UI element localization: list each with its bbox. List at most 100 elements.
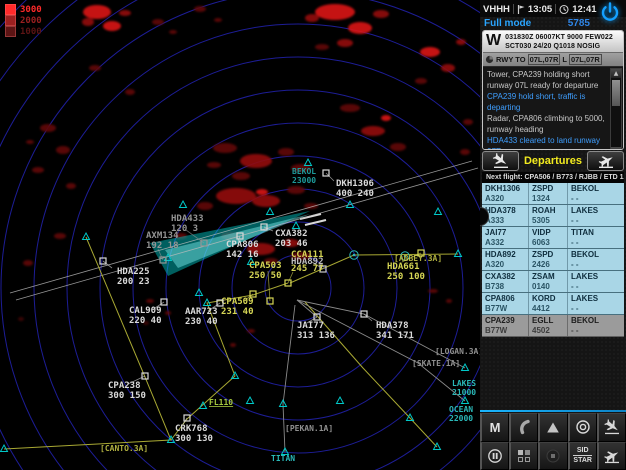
strip-cell: ZSAM0140: [529, 271, 568, 292]
flight-strip[interactable]: HDA892A320ZSPD2426BEKOL- -: [482, 249, 624, 271]
star-label: STAR: [573, 455, 592, 465]
svg-text:BEKOL: BEKOL: [292, 167, 316, 176]
triangle-icon: [545, 420, 561, 435]
landing-runways: 07L,07R: [569, 54, 602, 65]
flight-strip-list: DKH1306A320ZSPD1324BEKOL- -HDA378A333ROA…: [482, 183, 624, 337]
svg-text:HDA225: HDA225: [117, 267, 150, 277]
legend-swatch: [5, 26, 16, 37]
strip-cell: JAI77A332: [482, 227, 529, 248]
strip-cell: BEKOL- -: [568, 249, 624, 270]
panel-divider-line: [480, 410, 626, 412]
svg-text:300 130: 300 130: [175, 434, 213, 444]
runway-prefix: RWY TO: [496, 55, 526, 64]
weather-box: W 031830Z 06007KT 9000 FEW022 SCT030 24/…: [483, 31, 623, 52]
legend-label: 2000: [20, 16, 42, 26]
runway-config-bar[interactable]: RWY TO 07L,07R L 07L,07R: [483, 52, 623, 67]
strip-cell: KORD4412: [529, 293, 568, 314]
radar-scope[interactable]: BEKOL23000LAKES21000OCEAN22000TITAN[ABBE…: [0, 0, 480, 470]
svg-text:250 100: 250 100: [387, 272, 425, 282]
mode-label: Full mode: [484, 18, 531, 29]
curved-arrow-icon: [516, 419, 532, 435]
flight-strip[interactable]: CXA382B738ZSAM0140LAKES- -: [482, 271, 624, 293]
flight-strip[interactable]: DKH1306A320ZSPD1324BEKOL- -: [482, 183, 624, 205]
strip-cell: CPA239B77W: [482, 315, 529, 336]
aircraft-hda225[interactable]: HDA225200 23: [100, 258, 150, 287]
strip-tabs: Departures: [482, 150, 624, 171]
departures-tab-button[interactable]: [587, 151, 624, 171]
svg-text:400 240: 400 240: [336, 189, 374, 199]
aircraft-jai77[interactable]: JAI77313 136: [297, 314, 335, 341]
svg-text:CXA382: CXA382: [275, 229, 308, 239]
svg-text:23000: 23000: [292, 176, 316, 185]
svg-text:CAL909: CAL909: [129, 306, 162, 316]
radio-message: Radar, CPA806 climbing to 5000, runway h…: [487, 114, 609, 135]
legend-item: 3000: [5, 4, 42, 15]
svg-text:[PEKAN.1A]: [PEKAN.1A]: [285, 424, 333, 433]
tab-departures-label: Departures: [521, 155, 585, 167]
grid-icon: [516, 448, 532, 464]
svg-text:[SKATE.1A]: [SKATE.1A]: [412, 359, 460, 368]
strip-cell: LAKES- -: [568, 293, 624, 314]
flight-strip[interactable]: HDA378A333ROAH5305LAKES- -: [482, 205, 624, 227]
fix-toggle-button[interactable]: [538, 413, 567, 442]
svg-text:AAR723: AAR723: [185, 307, 218, 317]
flight-strip[interactable]: CPA806B77WKORD4412LAKES- -: [482, 293, 624, 315]
score-value: 5785: [568, 18, 590, 29]
svg-text:231 40: 231 40: [221, 307, 254, 317]
arrivals-tab-button[interactable]: [482, 151, 519, 171]
strip-cell: EGLL4502: [529, 315, 568, 336]
message-scrollbar[interactable]: ▲ ▼: [610, 68, 622, 150]
aircraft-cca111[interactable]: CCA111HDA892245 77: [285, 250, 324, 286]
legend-swatch: [5, 4, 16, 15]
rings-toggle-button[interactable]: [568, 413, 597, 442]
svg-text:[LOGAN.3A]: [LOGAN.3A]: [435, 347, 480, 356]
svg-text:300 150: 300 150: [108, 391, 146, 401]
vector-button[interactable]: [509, 413, 538, 442]
aircraft-crk768[interactable]: CRK768300 130: [175, 415, 213, 444]
svg-text:313 136: 313 136: [297, 331, 335, 341]
sid-label: SID: [577, 447, 589, 455]
record-icon: [545, 448, 561, 464]
svg-text:220 40: 220 40: [129, 316, 162, 326]
strip-cell: BEKOL- -: [568, 183, 624, 204]
svg-text:21000: 21000: [452, 388, 476, 397]
aircraft-cpa238[interactable]: CPA238300 150: [108, 373, 148, 401]
strip-layout-button[interactable]: [509, 442, 538, 470]
aircraft-cal909[interactable]: CAL909220 40: [129, 299, 167, 326]
scrollbar-thumb[interactable]: [612, 80, 620, 106]
svg-text:LAKES: LAKES: [452, 379, 476, 388]
sid-star-label: SID STAR: [573, 447, 592, 465]
svg-text:CPA238: CPA238: [108, 381, 141, 391]
svg-text:CPA509: CPA509: [221, 297, 254, 307]
arrivals-chart-button[interactable]: [597, 413, 626, 442]
strip-cell: CPA806B77W: [482, 293, 529, 314]
svg-text:[CANTO.3A]: [CANTO.3A]: [100, 444, 148, 453]
message-log: Tower, CPA239 holding short runway 07L r…: [483, 67, 623, 150]
svg-text:120 3: 120 3: [171, 224, 198, 234]
aircraft-hda378[interactable]: HDA378341 171: [361, 311, 414, 341]
metar-text: 031830Z 06007KT 9000 FEW022 SCT030 24/20…: [505, 33, 620, 51]
sid-star-button[interactable]: SID STAR: [568, 442, 597, 470]
map-button[interactable]: M: [480, 413, 509, 442]
strip-cell: LAKES- -: [568, 271, 624, 292]
strip-cell: ZSPD2426: [529, 249, 568, 270]
scroll-up-icon[interactable]: ▲: [611, 69, 621, 78]
pause-icon: [487, 448, 503, 464]
flight-strip[interactable]: JAI77A332VIDP6063TITAN- -: [482, 227, 624, 249]
departures-chart-button[interactable]: [597, 442, 626, 470]
divider: [513, 4, 514, 14]
flight-strip[interactable]: CPA239B77WEGLL4502BEKOL- -: [482, 315, 624, 337]
legend-label: 3000: [20, 5, 42, 15]
map-button-label: M: [490, 420, 501, 435]
power-button[interactable]: [596, 1, 624, 28]
toolbar: M: [480, 413, 626, 470]
strip-cell: VIDP6063: [529, 227, 568, 248]
svg-text:DKH1306: DKH1306: [336, 179, 374, 189]
pause-button[interactable]: [480, 442, 509, 470]
svg-text:CPA503: CPA503: [249, 261, 282, 271]
svg-text:22000: 22000: [449, 414, 473, 423]
svg-text:200 23: 200 23: [117, 277, 150, 287]
svg-text:203 46: 203 46: [275, 239, 308, 249]
record-button[interactable]: [538, 442, 567, 470]
radio-message: HDA433 cleared to land runway 07R: [487, 136, 609, 150]
